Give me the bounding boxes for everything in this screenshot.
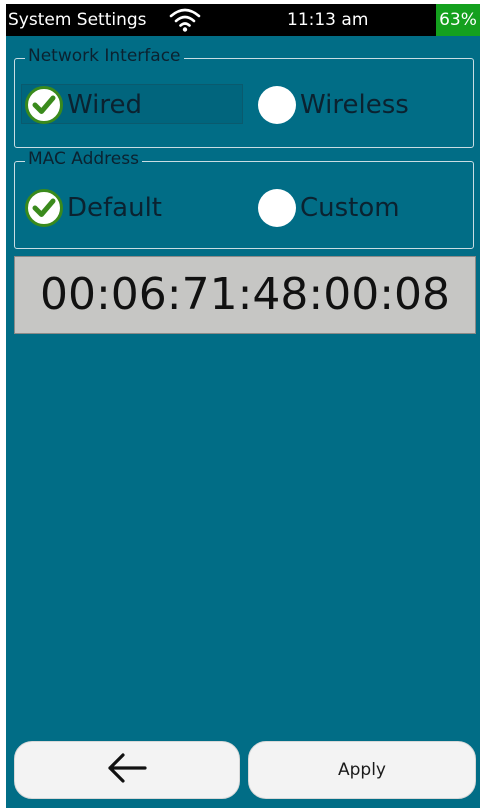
wifi-icon (168, 7, 202, 33)
wireless-label: Wireless (300, 90, 409, 120)
custom-label: Custom (300, 193, 400, 223)
status-title: System Settings (8, 10, 147, 30)
apply-label: Apply (338, 760, 386, 780)
system-settings-screen: System Settings 11:13 am 63% Network Int… (6, 4, 480, 808)
wired-radio-option[interactable]: Wired (25, 83, 142, 127)
wired-label: Wired (67, 90, 142, 120)
radio-unchecked-icon (258, 189, 296, 227)
arrow-left-icon (105, 752, 149, 788)
mac-address-value: 00:06:71:48:00:08 (14, 256, 476, 334)
radio-unchecked-icon (258, 86, 296, 124)
default-label: Default (67, 193, 162, 223)
checkmark-icon (25, 86, 63, 124)
wireless-radio-option[interactable]: Wireless (258, 83, 409, 127)
back-button[interactable] (14, 741, 240, 799)
mac-address-legend: MAC Address (25, 149, 142, 169)
custom-radio-option[interactable]: Custom (258, 186, 400, 230)
network-interface-legend: Network Interface (25, 46, 184, 66)
status-bar: System Settings 11:13 am 63% (6, 4, 480, 36)
battery-indicator: 63% (436, 4, 480, 36)
apply-button[interactable]: Apply (248, 741, 476, 799)
status-time: 11:13 am (287, 10, 369, 30)
network-interface-group: Network Interface Wired Wireless (14, 46, 474, 148)
checkmark-icon (25, 189, 63, 227)
default-radio-option[interactable]: Default (25, 186, 162, 230)
mac-address-group: MAC Address Default Custom (14, 149, 474, 249)
